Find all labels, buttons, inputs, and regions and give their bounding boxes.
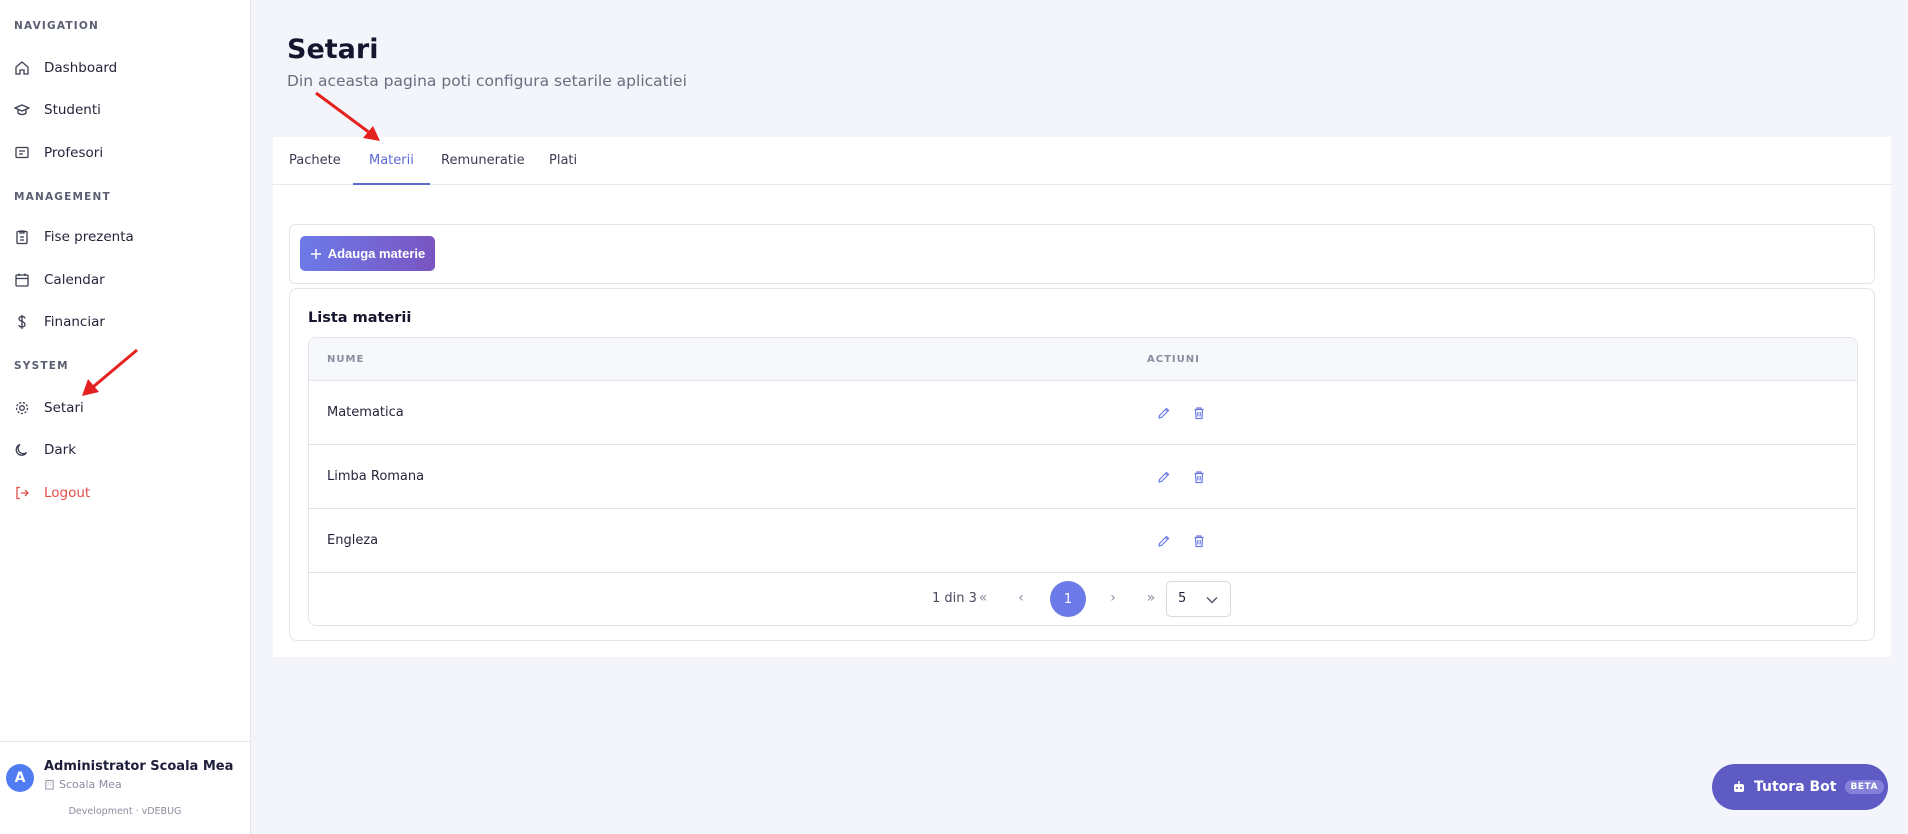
- settings-tabs: Pachete Materii Remuneratie Plati: [273, 137, 1891, 185]
- table-row: Matematica: [309, 381, 1857, 445]
- sidebar-item-fise-prezenta[interactable]: Fise prezenta: [0, 219, 250, 255]
- edit-button[interactable]: [1157, 405, 1173, 421]
- sidebar-item-label: Studenti: [44, 102, 101, 118]
- pencil-icon: [1158, 535, 1170, 547]
- dollar-icon: [18, 315, 26, 329]
- sidebar-item-label: Dashboard: [44, 60, 118, 76]
- section-label-navigation: NAVIGATION: [14, 20, 99, 32]
- next-page-button[interactable]: ›: [1102, 587, 1124, 609]
- toolbar: Adauga materie: [289, 224, 1875, 284]
- beta-badge: BETA: [1844, 780, 1884, 794]
- page-size-select[interactable]: 5: [1166, 581, 1231, 617]
- current-page-button[interactable]: 1: [1050, 581, 1086, 617]
- column-header-name: NUME: [327, 354, 365, 365]
- sidebar-item-financiar[interactable]: Financiar: [0, 304, 250, 340]
- logout-icon: [16, 486, 29, 500]
- sidebar-item-label: Logout: [44, 485, 91, 501]
- settings-card: Pachete Materii Remuneratie Plati Adauga…: [273, 137, 1891, 657]
- sidebar-item-label: Financiar: [44, 314, 105, 330]
- board-icon: [15, 146, 29, 159]
- row-name: Limba Romana: [327, 469, 425, 484]
- row-name: Engleza: [327, 533, 379, 548]
- materii-list: Lista materii NUME ACTIUNI Matematica Li…: [289, 288, 1875, 641]
- gear-icon: [15, 401, 29, 415]
- home-icon: [15, 61, 29, 75]
- sidebar-item-label: Setari: [44, 400, 84, 416]
- sidebar-item-label: Fise prezenta: [44, 229, 134, 245]
- tab-remuneratie[interactable]: Remuneratie: [441, 137, 525, 185]
- section-label-management: MANAGEMENT: [14, 191, 111, 203]
- environment-label: Development · vDEBUG: [68, 806, 182, 817]
- edit-button[interactable]: [1157, 469, 1173, 485]
- sidebar-item-label: Dark: [44, 442, 77, 458]
- sidebar-item-studenti[interactable]: Studenti: [0, 92, 250, 128]
- table-row: Limba Romana: [309, 445, 1857, 509]
- delete-button[interactable]: [1192, 469, 1208, 485]
- pagination-info: 1 din 3: [932, 591, 977, 606]
- trash-icon: [1194, 407, 1204, 420]
- tutora-bot-button[interactable]: Tutora Bot BETA: [1712, 764, 1888, 810]
- sidebar-item-dark[interactable]: Dark: [0, 432, 250, 468]
- last-page-button[interactable]: »: [1140, 587, 1162, 609]
- delete-button[interactable]: [1192, 405, 1208, 421]
- page-subtitle: Din aceasta pagina poti configura setari…: [287, 72, 687, 90]
- first-page-button[interactable]: «: [972, 587, 994, 609]
- sidebar-item-calendar[interactable]: Calendar: [0, 262, 250, 298]
- user-org: Scoala Mea: [44, 778, 122, 791]
- pagination: 1 din 3 « ‹ 1 › » 5: [309, 573, 1857, 625]
- prev-page-button[interactable]: ‹: [1010, 587, 1032, 609]
- avatar: A: [6, 764, 34, 792]
- graduation-cap-icon: [14, 104, 30, 116]
- page-title: Setari: [287, 34, 379, 65]
- calendar-icon: [15, 273, 29, 287]
- materii-table: NUME ACTIUNI Matematica Limba Romana Eng…: [308, 337, 1858, 626]
- user-name: Administrator Scoala Mea: [44, 759, 234, 774]
- trash-icon: [1194, 471, 1204, 484]
- trash-icon: [1194, 535, 1204, 548]
- chevron-down-icon: [1206, 597, 1218, 604]
- user-profile[interactable]: A Administrator Scoala Mea Scoala Mea De…: [0, 741, 250, 834]
- add-materie-button[interactable]: Adauga materie: [300, 236, 435, 271]
- column-header-actions: ACTIUNI: [1147, 354, 1200, 365]
- robot-icon: [1734, 781, 1744, 792]
- tab-plati[interactable]: Plati: [549, 137, 577, 185]
- add-materie-label: Adauga materie: [327, 246, 426, 261]
- sidebar-item-profesori[interactable]: Profesori: [0, 135, 250, 171]
- table-row: Engleza: [309, 509, 1857, 573]
- list-title: Lista materii: [308, 310, 412, 326]
- edit-button[interactable]: [1157, 533, 1173, 549]
- moon-icon: [15, 443, 28, 456]
- sidebar-item-setari[interactable]: Setari: [0, 390, 250, 426]
- sidebar-item-label: Profesori: [44, 145, 104, 161]
- table-header: NUME ACTIUNI: [309, 338, 1857, 381]
- row-name: Matematica: [327, 405, 404, 420]
- tab-pachete[interactable]: Pachete: [289, 137, 341, 185]
- user-org-label: Scoala Mea: [59, 778, 122, 791]
- section-label-system: SYSTEM: [14, 360, 69, 372]
- page-size-value: 5: [1178, 591, 1187, 606]
- bot-label: Tutora Bot: [1754, 779, 1837, 795]
- sidebar: NAVIGATION Dashboard Studenti Profesori …: [0, 0, 251, 834]
- pencil-icon: [1158, 407, 1170, 419]
- clipboard-icon: [16, 230, 28, 245]
- plus-icon: [310, 248, 321, 259]
- pencil-icon: [1158, 471, 1170, 483]
- sidebar-item-dashboard[interactable]: Dashboard: [0, 50, 250, 86]
- delete-button[interactable]: [1192, 533, 1208, 549]
- tab-materii[interactable]: Materii: [353, 137, 430, 185]
- sidebar-item-label: Calendar: [44, 272, 105, 288]
- sidebar-item-logout[interactable]: Logout: [0, 475, 250, 511]
- building-icon: [45, 779, 54, 790]
